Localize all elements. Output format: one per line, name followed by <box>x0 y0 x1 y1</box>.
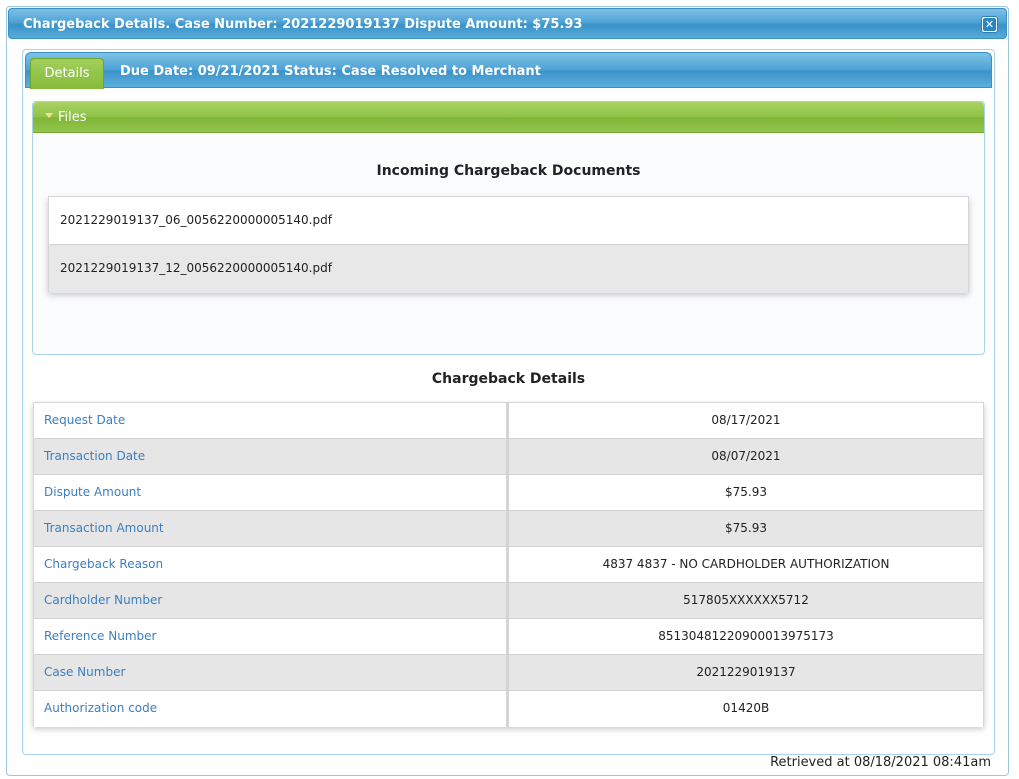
row-label: Transaction Date <box>34 439 509 474</box>
row-value: $75.93 <box>725 521 767 535</box>
dialog-title: Chargeback Details. Case Number: 2021229… <box>23 17 583 32</box>
row-value: $75.93 <box>725 485 767 499</box>
row-value: 85130481220900013975173 <box>658 629 834 643</box>
table-row: Request Date 08/17/2021 <box>34 403 983 439</box>
files-panel: Files Incoming Chargeback Documents 2021… <box>32 101 985 355</box>
table-row: Transaction Amount $75.93 <box>34 511 983 547</box>
retrieved-timestamp: Retrieved at 08/18/2021 08:41am <box>770 755 991 770</box>
row-value: 517805XXXXXX5712 <box>683 593 809 607</box>
due-date-status: Due Date: 09/21/2021 Status: Case Resolv… <box>120 64 541 79</box>
row-label: Transaction Amount <box>34 511 509 546</box>
row-label: Dispute Amount <box>34 475 509 510</box>
row-label: Case Number <box>34 655 509 690</box>
table-row: Case Number 2021229019137 <box>34 655 983 691</box>
dialog-titlebar: Chargeback Details. Case Number: 2021229… <box>8 8 1007 39</box>
document-list: 2021229019137_06_0056220000005140.pdf 20… <box>48 196 969 293</box>
incoming-documents-title: Incoming Chargeback Documents <box>376 163 641 179</box>
table-row: Dispute Amount $75.93 <box>34 475 983 511</box>
tab-details[interactable]: Details <box>30 58 104 89</box>
table-row: Authorization code 01420B <box>34 691 983 727</box>
triangle-down-icon <box>45 113 53 118</box>
files-header-label: Files <box>58 110 87 125</box>
document-link[interactable]: 2021229019137_06_0056220000005140.pdf <box>49 197 968 245</box>
row-value: 4837 4837 - NO CARDHOLDER AUTHORIZATION <box>602 557 890 571</box>
content-box: Details Due Date: 09/21/2021 Status: Cas… <box>22 49 995 755</box>
close-icon: ✕ <box>983 18 996 31</box>
table-row: Reference Number 85130481220900013975173 <box>34 619 983 655</box>
close-button[interactable]: ✕ <box>981 16 998 33</box>
chargeback-details-title: Chargeback Details <box>431 371 586 387</box>
row-label: Authorization code <box>34 691 509 727</box>
row-value: 2021229019137 <box>696 665 796 679</box>
row-label: Reference Number <box>34 619 509 654</box>
files-accordion-header[interactable]: Files <box>33 102 984 133</box>
row-value: 08/07/2021 <box>711 449 781 463</box>
row-label: Request Date <box>34 403 509 438</box>
document-link[interactable]: 2021229019137_12_0056220000005140.pdf <box>49 245 968 293</box>
row-value: 01420B <box>722 701 770 715</box>
table-row: Chargeback Reason 4837 4837 - NO CARDHOL… <box>34 547 983 583</box>
details-table: Request Date 08/17/2021 Transaction Date… <box>33 402 984 727</box>
chargeback-dialog: Chargeback Details. Case Number: 2021229… <box>6 6 1009 776</box>
row-value: 08/17/2021 <box>711 413 781 427</box>
row-label: Chargeback Reason <box>34 547 509 582</box>
table-row: Cardholder Number 517805XXXXXX5712 <box>34 583 983 619</box>
row-label: Cardholder Number <box>34 583 509 618</box>
table-row: Transaction Date 08/07/2021 <box>34 439 983 475</box>
tab-bar: Details Due Date: 09/21/2021 Status: Cas… <box>25 52 992 89</box>
